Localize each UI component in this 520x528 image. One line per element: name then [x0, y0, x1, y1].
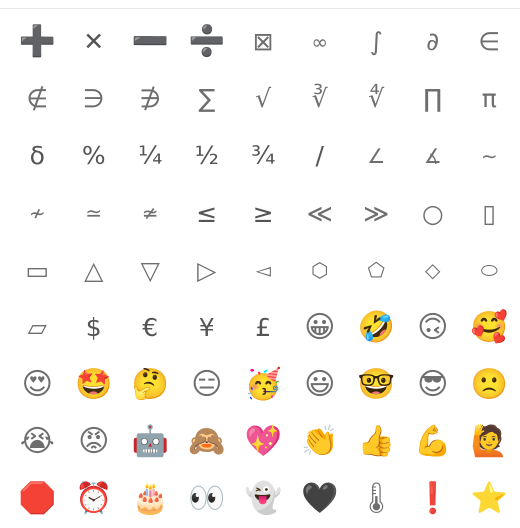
- yen-sign-symbol[interactable]: ¥: [179, 299, 236, 356]
- sunglasses-face-emoji[interactable]: 😎: [405, 356, 462, 413]
- cube-root-symbol[interactable]: ∛: [292, 70, 349, 127]
- not-element-of-symbol[interactable]: ∉: [9, 70, 66, 127]
- much-greater-than-symbol[interactable]: ≫: [348, 185, 405, 242]
- heavy-minus-symbol[interactable]: ➖: [122, 13, 179, 70]
- n-ary-product-symbol[interactable]: ∏: [405, 70, 462, 127]
- multiply-symbol[interactable]: ✕: [66, 13, 123, 70]
- expressionless-face-emoji[interactable]: 😑: [179, 356, 236, 413]
- slightly-frowning-face-emoji[interactable]: 🙁: [461, 356, 518, 413]
- infinity-symbol[interactable]: ∞: [292, 13, 349, 70]
- thinking-face-emoji[interactable]: 🤔: [122, 356, 179, 413]
- much-less-than-symbol[interactable]: ≪: [292, 185, 349, 242]
- thumbs-up-emoji[interactable]: 👍: [348, 413, 405, 470]
- person-raising-hand-emoji[interactable]: 🙋: [461, 413, 518, 470]
- white-circle-symbol[interactable]: ○: [405, 185, 462, 242]
- nerd-face-emoji[interactable]: 🤓: [348, 356, 405, 413]
- square-root-symbol[interactable]: √: [235, 70, 292, 127]
- n-ary-summation-symbol[interactable]: ∑: [179, 70, 236, 127]
- top-divider: [0, 8, 520, 9]
- white-diamond-symbol[interactable]: ◇: [405, 242, 462, 299]
- one-quarter-symbol[interactable]: ¼: [122, 127, 179, 184]
- euro-sign-symbol[interactable]: €: [122, 299, 179, 356]
- pi-symbol[interactable]: π: [461, 70, 518, 127]
- measured-angle-symbol[interactable]: ∡: [405, 127, 462, 184]
- white-hexagon-symbol[interactable]: ⬡: [292, 242, 349, 299]
- grinning-face-big-eyes-emoji[interactable]: 😃: [292, 356, 349, 413]
- heavy-plus-symbol[interactable]: ➕: [9, 13, 66, 70]
- star-struck-emoji[interactable]: 🤩: [66, 356, 123, 413]
- smiling-face-with-hearts-emoji[interactable]: 🥰: [461, 299, 518, 356]
- see-no-evil-monkey-emoji[interactable]: 🙈: [179, 413, 236, 470]
- percent-symbol[interactable]: %: [66, 127, 123, 184]
- flexed-biceps-emoji[interactable]: 💪: [405, 413, 462, 470]
- dollar-sign-symbol[interactable]: $: [66, 299, 123, 356]
- white-ellipse-symbol[interactable]: ⬭: [461, 242, 518, 299]
- fourth-root-symbol[interactable]: ∜: [348, 70, 405, 127]
- upside-down-face-emoji[interactable]: 🙃: [405, 299, 462, 356]
- not-asymptotically-equal-symbol[interactable]: ≄: [122, 185, 179, 242]
- slash-symbol[interactable]: /: [292, 127, 349, 184]
- star-emoji[interactable]: ⭐: [461, 471, 518, 528]
- contains-as-member-symbol[interactable]: ∋: [66, 70, 123, 127]
- angle-symbol[interactable]: ∠: [348, 127, 405, 184]
- delta-symbol[interactable]: δ: [9, 127, 66, 184]
- thermometer-emoji[interactable]: 🌡: [348, 471, 405, 528]
- white-up-triangle-symbol[interactable]: △: [66, 242, 123, 299]
- robot-emoji[interactable]: 🤖: [122, 413, 179, 470]
- black-heart-emoji[interactable]: 🖤: [292, 471, 349, 528]
- stop-sign-emoji[interactable]: 🛑: [9, 471, 66, 528]
- rolling-on-floor-laughing-emoji[interactable]: 🤣: [348, 299, 405, 356]
- three-quarters-symbol[interactable]: ¾: [235, 127, 292, 184]
- loudly-crying-face-emoji[interactable]: 😭: [9, 413, 66, 470]
- exclamation-mark-emoji[interactable]: ❗: [405, 471, 462, 528]
- clapping-hands-emoji[interactable]: 👏: [292, 413, 349, 470]
- birthday-cake-emoji[interactable]: 🎂: [122, 471, 179, 528]
- tilde-operator-symbol[interactable]: ∼: [461, 127, 518, 184]
- partying-face-emoji[interactable]: 🥳: [235, 356, 292, 413]
- missing-glyph-box-icon[interactable]: ⊠: [235, 13, 292, 70]
- does-not-contain-symbol[interactable]: ∌: [122, 70, 179, 127]
- white-right-triangle-symbol[interactable]: ▷: [179, 242, 236, 299]
- not-tilde-symbol[interactable]: ≁: [9, 185, 66, 242]
- one-half-symbol[interactable]: ½: [179, 127, 236, 184]
- white-vertical-rectangle-symbol[interactable]: ▯: [461, 185, 518, 242]
- greater-than-or-equal-symbol[interactable]: ≥: [235, 185, 292, 242]
- asymptotically-equal-symbol[interactable]: ≃: [66, 185, 123, 242]
- white-pentagon-symbol[interactable]: ⬠: [348, 242, 405, 299]
- symbol-picker-grid: ➕ ✕ ➖ ➗ ⊠ ∞ ∫ ∂ ∈ ∉ ∋ ∌ ∑ √ ∛ ∜ ∏ π δ% ¼ ½ ¾ / ∠ ∡ ∼ ≁ ≃ ≄ ≤ ≥ ≪ ≫ ○ ▯ ▭ △ ▽ ▷…: [9, 13, 518, 528]
- eyes-emoji[interactable]: 👀: [179, 471, 236, 528]
- white-rectangle-symbol[interactable]: ▭: [9, 242, 66, 299]
- pouting-face-emoji[interactable]: 😡: [66, 413, 123, 470]
- white-parallelogram-symbol[interactable]: ▱: [9, 299, 66, 356]
- integral-symbol[interactable]: ∫: [348, 13, 405, 70]
- ghost-emoji[interactable]: 👻: [235, 471, 292, 528]
- element-of-symbol[interactable]: ∈: [461, 13, 518, 70]
- white-left-pointer-symbol[interactable]: ◅: [235, 242, 292, 299]
- heart-eyes-emoji[interactable]: 😍: [9, 356, 66, 413]
- grinning-face-emoji[interactable]: 😀: [292, 299, 349, 356]
- pound-sign-symbol[interactable]: £: [235, 299, 292, 356]
- less-than-or-equal-symbol[interactable]: ≤: [179, 185, 236, 242]
- white-down-triangle-symbol[interactable]: ▽: [122, 242, 179, 299]
- partial-differential-symbol[interactable]: ∂: [405, 13, 462, 70]
- alarm-clock-emoji[interactable]: ⏰: [66, 471, 123, 528]
- sparkling-heart-emoji[interactable]: 💖: [235, 413, 292, 470]
- heavy-divide-symbol[interactable]: ➗: [179, 13, 236, 70]
